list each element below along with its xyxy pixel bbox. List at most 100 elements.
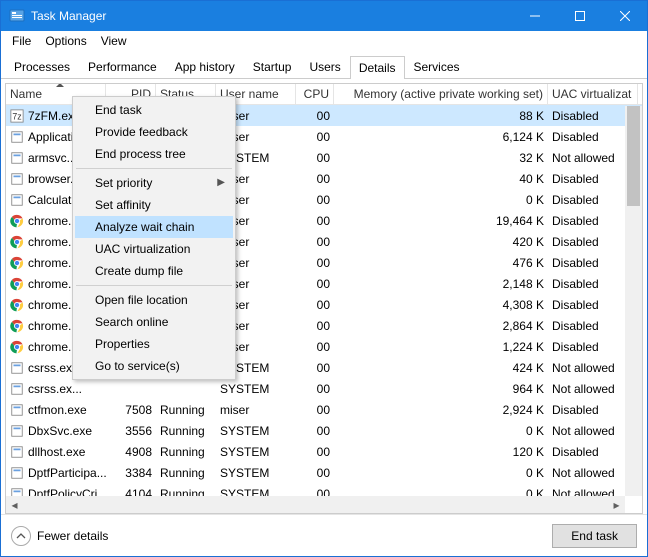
menu-view[interactable]: View — [94, 32, 134, 50]
tab-app-history[interactable]: App history — [166, 55, 244, 78]
cell-name: dllhost.exe — [6, 441, 106, 462]
cell-cpu: 00 — [296, 336, 334, 357]
cell-cpu: 00 — [296, 462, 334, 483]
window: Task Manager FileOptionsView ProcessesPe… — [0, 0, 648, 557]
svg-text:7z: 7z — [12, 111, 21, 121]
table-row[interactable]: DbxSvc.exe3556RunningSYSTEM000 KNot allo… — [6, 420, 642, 441]
menu-item-properties[interactable]: Properties — [75, 333, 233, 355]
tab-users[interactable]: Users — [300, 55, 349, 78]
menu-item-create-dump-file[interactable]: Create dump file — [75, 260, 233, 282]
tab-startup[interactable]: Startup — [244, 55, 301, 78]
fewer-details-toggle[interactable]: Fewer details — [11, 526, 108, 546]
cell-memory: 2,924 K — [334, 399, 548, 420]
chevron-up-icon — [11, 526, 31, 546]
end-task-button[interactable]: End task — [552, 524, 637, 548]
tab-performance[interactable]: Performance — [79, 55, 166, 78]
window-title: Task Manager — [31, 9, 106, 23]
menu-separator — [76, 168, 232, 169]
cell-pid: 3384 — [106, 462, 156, 483]
cell-memory: 420 K — [334, 231, 548, 252]
cell-cpu: 00 — [296, 441, 334, 462]
menu-item-go-to-service-s-[interactable]: Go to service(s) — [75, 355, 233, 377]
fewer-details-label: Fewer details — [37, 529, 108, 543]
sort-asc-icon — [56, 84, 64, 87]
cell-memory: 1,224 K — [334, 336, 548, 357]
cell-name: csrss.ex... — [6, 378, 106, 399]
cell-cpu: 00 — [296, 420, 334, 441]
table-row[interactable]: dllhost.exe4908RunningSYSTEM00120 KDisab… — [6, 441, 642, 462]
table-row[interactable]: csrss.ex...SYSTEM00964 KNot allowed — [6, 378, 642, 399]
menu-file[interactable]: File — [5, 32, 38, 50]
scroll-right-icon[interactable]: ▸ — [608, 496, 625, 513]
cell-memory: 0 K — [334, 189, 548, 210]
scroll-thumb[interactable] — [627, 106, 640, 206]
window-controls — [512, 1, 647, 31]
cell-memory: 424 K — [334, 357, 548, 378]
process-grid: NamePIDStatusUser nameCPUMemory (active … — [5, 83, 643, 514]
menu-item-uac-virtualization[interactable]: UAC virtualization — [75, 238, 233, 260]
cell-cpu: 00 — [296, 315, 334, 336]
column-header[interactable]: UAC virtualizat — [548, 84, 638, 104]
cell-status: Running — [156, 399, 216, 420]
cell-cpu: 00 — [296, 273, 334, 294]
maximize-button[interactable] — [557, 1, 602, 31]
cell-memory: 0 K — [334, 420, 548, 441]
cell-memory: 964 K — [334, 378, 548, 399]
cell-name: DbxSvc.exe — [6, 420, 106, 441]
cell-cpu: 00 — [296, 210, 334, 231]
column-header[interactable]: Memory (active private working set) — [334, 84, 548, 104]
cell-memory: 2,864 K — [334, 315, 548, 336]
tab-services[interactable]: Services — [405, 55, 469, 78]
cell-cpu: 00 — [296, 126, 334, 147]
cell-memory: 2,148 K — [334, 273, 548, 294]
cell-cpu: 00 — [296, 168, 334, 189]
cell-user: SYSTEM — [216, 462, 296, 483]
menu-item-end-process-tree[interactable]: End process tree — [75, 143, 233, 165]
menu-item-provide-feedback[interactable]: Provide feedback — [75, 121, 233, 143]
column-header[interactable]: CPU — [296, 84, 334, 104]
cell-memory: 6,124 K — [334, 126, 548, 147]
cell-memory: 4,308 K — [334, 294, 548, 315]
cell-user: SYSTEM — [216, 420, 296, 441]
minimize-button[interactable] — [512, 1, 557, 31]
menu-item-open-file-location[interactable]: Open file location — [75, 289, 233, 311]
cell-name: DptfParticipa... — [6, 462, 106, 483]
cell-memory: 40 K — [334, 168, 548, 189]
cell-memory: 0 K — [334, 462, 548, 483]
tab-processes[interactable]: Processes — [5, 55, 79, 78]
cell-memory: 32 K — [334, 147, 548, 168]
scroll-left-icon[interactable]: ◂ — [6, 496, 23, 513]
table-row[interactable]: ctfmon.exe7508Runningmiser002,924 KDisab… — [6, 399, 642, 420]
horizontal-scrollbar[interactable]: ◂ ▸ — [6, 496, 625, 513]
menu-separator — [76, 285, 232, 286]
menu-item-search-online[interactable]: Search online — [75, 311, 233, 333]
cell-cpu: 00 — [296, 189, 334, 210]
cell-memory: 476 K — [334, 252, 548, 273]
cell-pid: 4908 — [106, 441, 156, 462]
tab-details[interactable]: Details — [350, 56, 405, 79]
footer: Fewer details End task — [1, 514, 647, 556]
cell-pid — [106, 378, 156, 399]
vertical-scrollbar[interactable] — [625, 106, 642, 496]
close-button[interactable] — [602, 1, 647, 31]
cell-memory: 120 K — [334, 441, 548, 462]
cell-cpu: 00 — [296, 378, 334, 399]
cell-status: Running — [156, 441, 216, 462]
cell-user: SYSTEM — [216, 441, 296, 462]
menu-item-set-affinity[interactable]: Set affinity — [75, 194, 233, 216]
menu-item-analyze-wait-chain[interactable]: Analyze wait chain — [75, 216, 233, 238]
cell-cpu: 00 — [296, 399, 334, 420]
titlebar[interactable]: Task Manager — [1, 1, 647, 31]
menu-options[interactable]: Options — [38, 32, 93, 50]
menu-item-set-priority[interactable]: Set priority▶ — [75, 172, 233, 194]
cell-cpu: 00 — [296, 147, 334, 168]
tab-strip: ProcessesPerformanceApp historyStartupUs… — [1, 51, 647, 79]
cell-user: miser — [216, 399, 296, 420]
submenu-arrow-icon: ▶ — [217, 177, 225, 188]
cell-memory: 88 K — [334, 105, 548, 126]
menu-item-end-task[interactable]: End task — [75, 99, 233, 121]
details-content: NamePIDStatusUser nameCPUMemory (active … — [1, 79, 647, 514]
cell-cpu: 00 — [296, 357, 334, 378]
cell-pid: 3556 — [106, 420, 156, 441]
table-row[interactable]: DptfParticipa...3384RunningSYSTEM000 KNo… — [6, 462, 642, 483]
